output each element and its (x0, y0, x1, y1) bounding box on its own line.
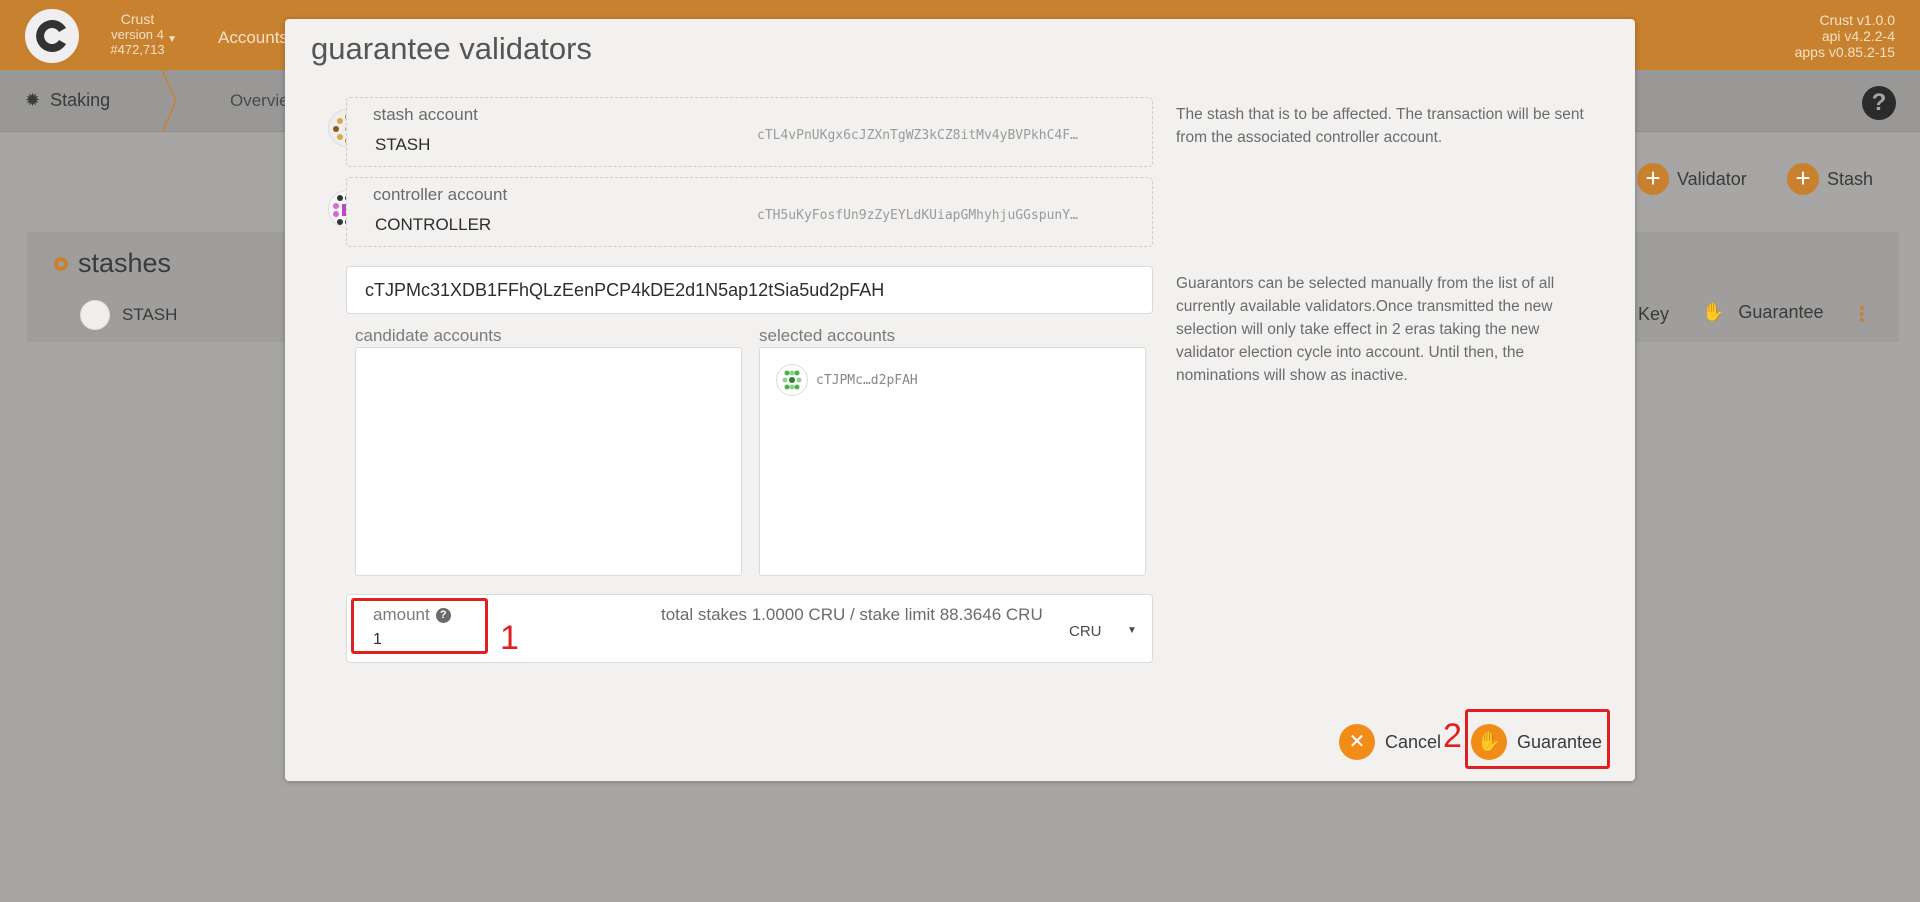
cancel-label: Cancel (1385, 731, 1442, 752)
candidate-accounts-list[interactable] (355, 347, 742, 576)
add-stash-label: Stash (1827, 168, 1874, 189)
list-item[interactable]: cTJPMc…d2pFAH (776, 364, 918, 396)
app-title[interactable]: ✹ Staking (25, 90, 110, 111)
stash-account-label: stash account (373, 105, 478, 124)
selected-accounts-label: selected accounts (759, 326, 896, 345)
controller-account-field[interactable]: controller account CONTROLLER cTH5uKyFos… (346, 177, 1153, 247)
stash-account-name: STASH (375, 135, 431, 154)
controller-account-name: CONTROLLER (375, 215, 492, 234)
guarantee-button[interactable]: ✋ Guarantee (1471, 724, 1602, 760)
caret-down-icon: ▼ (167, 34, 177, 45)
version-line: apps v0.85.2-15 (1794, 44, 1895, 60)
guarantee-row-label: Guarantee (1738, 302, 1824, 322)
stashes-title: stashes (54, 248, 171, 279)
chain-name: Crust (120, 11, 155, 27)
add-validator-button[interactable]: + Validator (1637, 163, 1747, 195)
session-key-button[interactable]: Key (1638, 304, 1669, 325)
breadcrumb-chevron-icon (161, 70, 177, 132)
annotation-number-1: 1 (500, 619, 519, 657)
version-info: Crust v1.0.0 api v4.2.2-4 apps v0.85.2-1… (1795, 12, 1895, 60)
guarantee-address-input[interactable]: cTJPMc31XDB1FFhQLzEenPCP4kDE2d1N5ap12tSi… (346, 266, 1153, 314)
bullet-icon (54, 256, 68, 271)
version-line: api v4.2.2-4 (1821, 28, 1895, 44)
unit-select[interactable]: CRU (1069, 623, 1102, 640)
guarantee-modal: guarantee validators stash account STASH… (285, 19, 1635, 781)
kebab-icon[interactable]: ⋮ (1852, 302, 1872, 327)
hand-icon: ✋ (1702, 302, 1725, 322)
guarantee-row-button[interactable]: ✋ Guarantee (1702, 302, 1823, 323)
app-name: Staking (50, 90, 111, 110)
selected-account-address: cTJPMc…d2pFAH (816, 372, 918, 388)
add-validator-label: Validator (1677, 168, 1747, 189)
candidate-accounts-label: candidate accounts (355, 326, 502, 345)
cancel-button[interactable]: ✕ Cancel (1339, 724, 1441, 760)
stash-account-address: cTL4vPnUKgx6cJZXnTgWZ3kCZ8itMv4yBVPkhC4F… (757, 128, 1078, 143)
nav-accounts[interactable]: Accounts (218, 28, 288, 48)
stakes-info: total stakes 1.0000 CRU / stake limit 88… (661, 605, 1043, 624)
plus-icon: + (1637, 163, 1669, 195)
identicon (80, 300, 110, 330)
hand-icon: ✋ (1471, 724, 1507, 760)
stash-account-field[interactable]: stash account STASH cTL4vPnUKgx6cJZXnTgW… (346, 97, 1153, 167)
add-stash-button[interactable]: + Stash (1787, 163, 1873, 195)
stashes-title-text: stashes (78, 248, 172, 278)
caret-down-icon[interactable]: ▼ (1127, 625, 1137, 636)
plus-icon: + (1787, 163, 1819, 195)
stash-help-text: The stash that is to be affected. The tr… (1176, 106, 1584, 146)
stash-row[interactable]: STASH (80, 300, 177, 330)
close-icon: ✕ (1339, 724, 1375, 760)
modal-title: guarantee validators (311, 31, 592, 66)
annotation-number-2: 2 (1443, 717, 1462, 755)
identicon (776, 364, 808, 396)
chain-selector[interactable]: Crust version 4 #472,713 ▼ (90, 11, 185, 58)
gear-icon: ✹ (25, 90, 41, 110)
crust-logo-icon[interactable] (25, 9, 79, 63)
guarantors-help-text: Guarantors can be selected manually from… (1176, 275, 1555, 384)
version-line: Crust v1.0.0 (1819, 12, 1895, 28)
controller-account-label: controller account (373, 185, 508, 204)
controller-account-address: cTH5uKyFosfUn9zZyEYLdKUiapGMhyhjuGGspunY… (757, 208, 1078, 223)
stash-row-name: STASH (122, 305, 178, 324)
selected-accounts-list[interactable]: cTJPMc…d2pFAH (759, 347, 1146, 576)
guarantee-label: Guarantee (1517, 731, 1603, 752)
annotation-box-1 (351, 598, 488, 654)
help-icon[interactable]: ? (1862, 86, 1896, 120)
